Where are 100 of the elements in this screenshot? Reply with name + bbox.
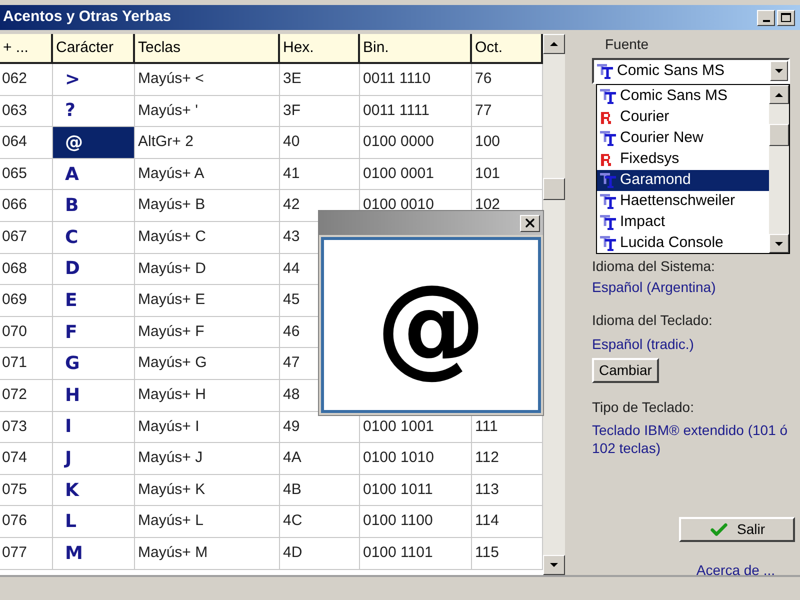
scroll-down-icon[interactable] [769,234,789,253]
character-cell[interactable]: H [53,380,135,411]
minimize-button[interactable] [757,10,775,26]
raster-font-icon [600,152,612,166]
table-cell: Mayús+ B [135,190,280,221]
character-cell[interactable]: F [53,316,135,348]
character-cell[interactable]: E [53,285,135,316]
scroll-down-icon[interactable] [543,555,565,575]
character-cell[interactable]: G [53,348,135,379]
table-cell: Mayús+ E [135,285,280,316]
table-cell: 0100 1010 [360,443,472,474]
character-cell[interactable]: L [53,506,135,537]
font-dropdown[interactable]: Comic Sans MS [592,58,790,84]
table-cell: 068 [0,254,53,284]
scrollbar[interactable] [543,34,565,575]
table-cell: 062 [0,64,53,95]
character-cell[interactable]: K [53,474,135,506]
table-cell: AltGr+ 2 [135,127,280,158]
table-cell: 4A [280,443,360,474]
font-option[interactable]: Fixedsys [597,149,769,170]
table-cell: 074 [0,443,53,474]
exit-button[interactable]: Salir [679,517,795,542]
table-cell: 065 [0,158,53,190]
table-cell: 0100 0001 [360,158,472,190]
scroll-thumb[interactable] [769,124,789,146]
table-cell: Mayús+ L [135,506,280,537]
table-cell: 4C [280,506,360,537]
character-cell[interactable]: ? [53,96,135,126]
window-title: Acentos y Otras Yerbas [2,7,172,28]
column-header[interactable]: Hex. [280,34,360,62]
font-option[interactable]: Haettenschweiler [597,191,769,212]
raster-font-icon [600,110,612,124]
maximize-icon [781,13,791,22]
table-cell: Mayús+ I [135,412,280,442]
truetype-icon [600,215,616,230]
table-cell: 0011 1111 [360,96,472,126]
font-option[interactable]: Courier [597,107,769,128]
truetype-icon [600,131,616,146]
character-cell[interactable]: C [53,222,135,253]
font-option[interactable]: Courier New [597,128,769,149]
table-cell: 069 [0,285,53,316]
dropdown-value: Comic Sans MS [617,60,725,81]
about-link[interactable]: Acerca de ... [696,560,775,581]
table-cell: 067 [0,222,53,253]
table-cell: 0011 1110 [360,64,472,95]
table-cell: 076 [0,506,53,537]
table-cell: 072 [0,380,53,411]
table-cell: 41 [280,158,360,190]
scroll-up-icon[interactable] [543,34,565,54]
table-cell: 066 [0,190,53,221]
table-cell: Mayús+ < [135,64,280,95]
table-cell: Mayús+ K [135,474,280,506]
table-cell: Mayús+ J [135,443,280,474]
keyboard-language-label: Idioma del Teclado: [592,311,714,330]
scroll-thumb[interactable] [543,178,565,200]
truetype-icon [600,89,616,104]
table-cell: 077 [0,538,53,568]
column-header[interactable]: Carácter [53,34,135,62]
table-cell: Mayús+ D [135,254,280,284]
font-option[interactable]: Impact [597,212,769,233]
character-cell[interactable]: A [53,158,135,190]
table-cell: 0100 0000 [360,127,472,158]
character-cell[interactable]: M [53,538,135,568]
character-cell[interactable]: I [53,412,135,442]
column-header[interactable]: Teclas [135,34,280,62]
table-cell: 075 [0,474,53,506]
font-option[interactable]: Lucida Console [597,233,769,254]
table-cell: 3F [280,96,360,126]
table-cell: Mayús+ C [135,222,280,253]
close-button[interactable] [520,214,540,232]
character-cell[interactable]: B [53,190,135,221]
table-cell: 0100 1011 [360,474,472,506]
column-header[interactable]: Oct. [472,34,543,62]
scroll-up-icon[interactable] [769,85,789,104]
keyboard-language-value: Español (tradic.) [592,335,695,354]
table-cell: Mayús+ F [135,316,280,348]
font-option[interactable]: Garamond [597,170,769,191]
table-cell: Mayús+ A [135,158,280,190]
table-cell: 3E [280,64,360,95]
character-cell[interactable]: D [53,254,135,284]
table-cell: Mayús+ G [135,348,280,379]
truetype-icon [600,194,616,209]
preview-character: @ [376,270,486,380]
keyboard-type-value: Teclado IBM® extendido (101 ó 102 teclas) [592,421,789,457]
column-header[interactable]: + ... [0,34,53,62]
truetype-icon [597,64,613,78]
minimize-icon [762,20,770,22]
character-cell[interactable]: @ [53,127,135,158]
character-cell[interactable]: > [53,64,135,95]
character-cell[interactable]: J [53,443,135,474]
maximize-button[interactable] [777,10,795,26]
column-header[interactable]: Bin. [360,34,472,62]
table-cell: 073 [0,412,53,442]
keyboard-type-label: Tipo de Teclado: [592,398,695,417]
table-cell: 0100 1100 [360,506,472,537]
change-button[interactable]: Cambiar [592,358,659,383]
table-cell: Mayús+ M [135,538,280,568]
table-cell: 4B [280,474,360,506]
font-option[interactable]: Comic Sans MS [597,86,769,107]
font-label: Fuente [605,35,650,54]
